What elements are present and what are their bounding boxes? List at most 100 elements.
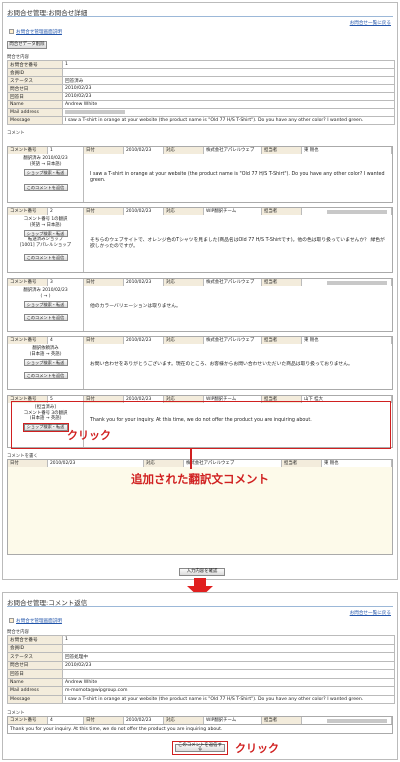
- info-key: Message: [7, 116, 63, 125]
- info-row: Name Andrew White: [7, 100, 395, 109]
- help-link-label: お問合せ管理画面説明: [16, 30, 62, 35]
- reply-comment-button[interactable]: このコメントを返信: [23, 372, 68, 379]
- info-key: Name: [7, 100, 63, 109]
- comment-date: 2010/02/23: [124, 279, 164, 286]
- new-person: 東 剛也: [322, 460, 392, 467]
- comment-body: お問い合わせをありがとうございます。現在のところ、お客様からお問い合わせいただい…: [90, 362, 353, 367]
- comment-person-label: 担当者: [262, 337, 302, 344]
- info-value: [62, 643, 395, 653]
- info-value: [62, 669, 395, 679]
- comment-num: 1: [48, 147, 84, 154]
- info-row: Mail address: [7, 108, 395, 117]
- comment-date-label: 日付: [84, 279, 124, 286]
- comment-status: 翻訳済み 2010/02/23 (英語 → 日本語) ショップ検索・転送 このコ…: [8, 154, 84, 202]
- help-icon: [9, 618, 14, 623]
- person-select[interactable]: [327, 209, 387, 214]
- info-key: 回答日: [7, 92, 63, 101]
- new-person-label: 担当者: [282, 460, 322, 467]
- annotation-connector: [190, 449, 192, 469]
- comment-handler-label: 対応: [164, 208, 204, 215]
- comment-person: [302, 717, 392, 724]
- info-row: Mail address m-momota@wipgroup.com: [7, 686, 395, 696]
- shop-search-button[interactable]: ショップ検索・転送: [23, 301, 68, 308]
- reply-comment-button[interactable]: このコメントを返信: [23, 254, 68, 261]
- confirm-button[interactable]: 入力内容を確認: [179, 568, 225, 576]
- comment-status-line: [1001] アパレルショップ: [19, 242, 72, 248]
- info-row: 回答日 2010/02/23: [7, 92, 395, 101]
- shop-search-button[interactable]: ショップ検索・転送: [23, 230, 68, 237]
- title-divider: [7, 606, 393, 607]
- comment-handler-label: 対応: [164, 337, 204, 344]
- comment-header: コメント番号 2 日付 2010/02/23 対応 WIP翻訳チーム 担当者: [8, 208, 392, 215]
- comment-person: [302, 208, 392, 215]
- comment-block: コメント番号 1 日付 2010/02/23 対応 株式会社アパレルウェブ 担当…: [7, 146, 393, 203]
- info-row: Message I saw a T-shirt in orange at your…: [7, 694, 395, 704]
- info-value: [62, 68, 395, 77]
- info-value: m-momota@wipgroup.com: [62, 686, 395, 696]
- comment-handler: WIP翻訳チーム: [204, 208, 262, 215]
- reply-response-text: Thank you for your inquiry. At this time…: [7, 724, 393, 734]
- info-key: Name: [7, 677, 63, 687]
- new-handler: 株式会社アパレルウェブ: [184, 460, 282, 467]
- comment-person-label: 担当者: [262, 279, 302, 286]
- comment-handler: 株式会社アパレルウェブ: [204, 279, 262, 286]
- info-row: 会員ID: [7, 643, 395, 653]
- back-to-list-link[interactable]: お問合せ一覧に戻る: [350, 610, 391, 616]
- comment-date: 2010/02/23: [124, 208, 164, 215]
- reply-comment-header-row: コメント番号 4 日付 2010/02/23 対応 WIP翻訳チーム 担当者: [7, 716, 393, 724]
- info-key: ステータス: [7, 652, 63, 662]
- info-row: ステータス 回答済み: [7, 76, 395, 85]
- comment-date-label: 日付: [84, 208, 124, 215]
- info-value: 1: [62, 635, 395, 645]
- info-value: [62, 108, 395, 117]
- shop-search-button[interactable]: ショップ検索・転送: [23, 359, 68, 366]
- comment-handler: WIP翻訳チーム: [204, 717, 262, 724]
- reply-panel: お問合せ管理:コメント返信 お問合せ一覧に戻る お問合せ管理画面説明 問合せ内容…: [2, 592, 398, 760]
- help-link[interactable]: お問合せ管理画面説明: [9, 618, 62, 624]
- info-value: I saw a T-shirt in orange at your websit…: [62, 116, 395, 125]
- comment-status-line: (英語 → 日本語): [29, 222, 62, 228]
- comment-body: 他のカラーバリエーションは取りません。: [90, 304, 181, 309]
- comment-person-label: 担当者: [262, 208, 302, 215]
- reply-comment-button[interactable]: このコメントを返信: [23, 184, 68, 191]
- info-row: 回答日: [7, 669, 395, 679]
- info-key: 問合せ日: [7, 660, 63, 670]
- person-select[interactable]: [327, 718, 387, 723]
- submit-highlight-box: [172, 741, 228, 755]
- info-key: 会員ID: [7, 643, 63, 653]
- delete-inquiry-button[interactable]: 問合せデータ削除: [7, 41, 47, 49]
- info-row: 会員ID: [7, 68, 395, 77]
- info-row: お問合せ番号 1: [7, 60, 395, 69]
- comment-person-label: 担当者: [262, 717, 302, 724]
- comment-person-label: 担当者: [262, 147, 302, 154]
- comment-handler-label: 対応: [164, 147, 204, 154]
- help-icon: [9, 29, 14, 34]
- comment-status: 翻訳済み 2010/02/23 ( → ) ショップ検索・転送 このコメントを返…: [8, 286, 84, 331]
- comment-status: コメント番号 1の翻訳 (英語 → 日本語) ショップ検索・転送 転送済みショッ…: [8, 215, 84, 272]
- comment-status-line: (英語 → 日本語): [29, 161, 62, 167]
- help-link[interactable]: お問合せ管理画面説明: [9, 29, 62, 35]
- info-value: 回答済み: [62, 76, 395, 85]
- info-key: 会員ID: [7, 68, 63, 77]
- info-key: ステータス: [7, 76, 63, 85]
- click-annotation-1: クリック: [67, 429, 111, 442]
- comment-date-label: 日付: [84, 147, 124, 154]
- person-select[interactable]: [327, 280, 387, 285]
- shop-search-button[interactable]: ショップ検索・転送: [23, 169, 68, 176]
- info-value: 2010/02/23: [62, 84, 395, 93]
- reply-comment-button[interactable]: このコメントを返信: [23, 314, 68, 321]
- detail-panel: お問合せ管理:お問合せ詳細 お問合せ一覧に戻る お問合せ管理画面説明 問合せデー…: [2, 2, 398, 580]
- comment-block: コメント番号 3 日付 2010/02/23 対応 株式会社アパレルウェブ 担当…: [7, 278, 393, 332]
- added-comment-annotation: 追加された翻訳文コメント: [131, 472, 269, 486]
- comment-block: コメント番号 2 日付 2010/02/23 対応 WIP翻訳チーム 担当者 コ…: [7, 207, 393, 273]
- comment-date-label: 日付: [84, 337, 124, 344]
- info-row: ステータス 回答処理中: [7, 652, 395, 662]
- comment-date: 2010/02/23: [124, 147, 164, 154]
- redacted-email: [65, 109, 125, 114]
- comment-date-label: 日付: [84, 717, 124, 724]
- back-to-list-link[interactable]: お問合せ一覧に戻る: [350, 20, 391, 26]
- info-row: 問合せ日 2010/02/23: [7, 660, 395, 670]
- info-key: 回答日: [7, 669, 63, 679]
- comment-num-label: コメント番号: [8, 717, 48, 724]
- comment-num: 3: [48, 279, 84, 286]
